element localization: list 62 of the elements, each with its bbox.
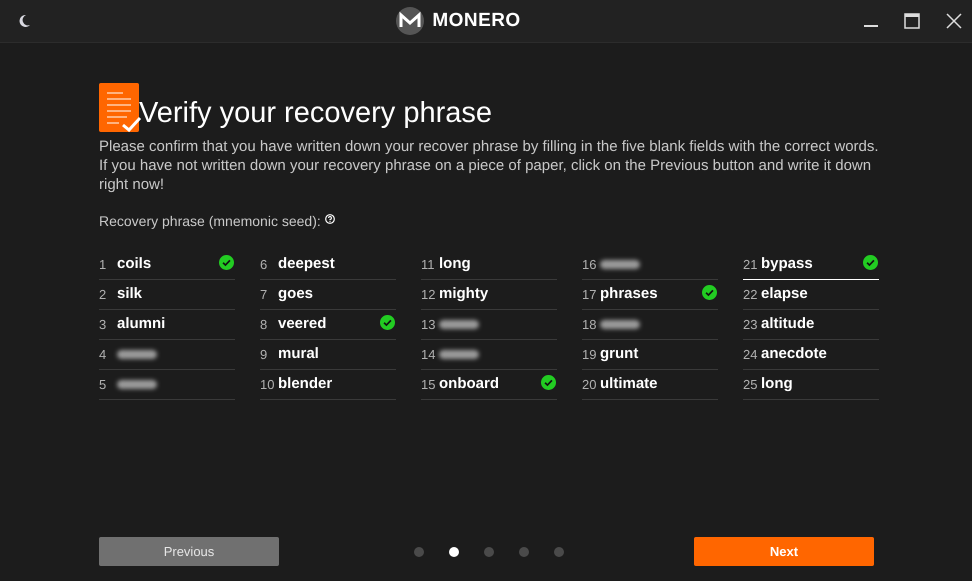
- word-number: 5: [99, 376, 108, 394]
- word-number: 15: [421, 376, 436, 394]
- previous-button[interactable]: Previous: [99, 537, 279, 566]
- seed-word: long: [761, 374, 794, 394]
- word-number: 1: [99, 256, 108, 274]
- seed-word: deepest: [278, 254, 336, 274]
- word-number: 8: [260, 316, 268, 334]
- redacted-word: [600, 320, 640, 329]
- seed-word: mighty: [439, 284, 490, 304]
- word-number: 3: [99, 316, 108, 334]
- redacted-word: [439, 350, 479, 359]
- word-number: 6: [260, 256, 268, 274]
- seed-word: goes: [278, 284, 314, 304]
- seed-word: grunt: [600, 344, 640, 364]
- word-number: 23: [743, 316, 758, 334]
- word-number: 22: [743, 286, 758, 304]
- word-number: 12: [421, 286, 436, 304]
- seed-word: coils: [117, 254, 152, 274]
- redacted-word: [439, 320, 479, 329]
- word-number: 11: [421, 256, 436, 274]
- seed-word: anecdote: [761, 344, 828, 364]
- seed-word: onboard: [439, 374, 500, 394]
- seed-word: elapse: [761, 284, 809, 304]
- seed-word: altitude: [761, 314, 816, 334]
- word-number: 20: [582, 376, 598, 394]
- seed-word: long: [439, 254, 472, 274]
- word-number: 18: [582, 316, 598, 334]
- word-number: 16: [582, 256, 598, 274]
- word-number: 14: [421, 346, 436, 364]
- word-number: 7: [260, 286, 268, 304]
- seed-word: veered: [278, 314, 328, 334]
- page-heading: Verify your recovery phrase: [139, 96, 492, 131]
- logo-icon: [396, 7, 424, 35]
- redacted-word: [117, 380, 157, 389]
- redacted-word: [117, 350, 157, 359]
- instructions-text: Please confirm that you have written down your recover phrase by filling in the five blank fields with the correct words. If you have not written down your recovery phrase on a piece of paper, click on the Previous button and write it down right now!: [99, 137, 879, 194]
- close-icon[interactable]: [946, 13, 962, 29]
- word-number: 2: [99, 286, 108, 304]
- window-title: MONERO: [432, 8, 521, 33]
- word-number: 9: [260, 346, 268, 364]
- word-number: 4: [99, 346, 108, 364]
- maximize-icon[interactable]: [904, 13, 920, 29]
- next-button[interactable]: Next: [694, 537, 874, 566]
- redacted-word: [600, 260, 640, 269]
- word-number: 13: [421, 316, 436, 334]
- word-number: 25: [743, 376, 758, 394]
- seed-word: blender: [278, 374, 334, 394]
- word-number: 17: [582, 286, 598, 304]
- word-number: 19: [582, 346, 598, 364]
- help-icon[interactable]: [324, 214, 335, 224]
- seed-word: phrases: [600, 284, 659, 304]
- seed-label: Recovery phrase (mnemonic seed):: [99, 212, 321, 231]
- seed-word: bypass: [761, 254, 814, 274]
- document-check-icon: [99, 83, 141, 133]
- seed-word: mural: [278, 344, 320, 364]
- seed-word: silk: [117, 284, 144, 304]
- word-number: 21: [743, 256, 758, 274]
- seed-word: alumni: [117, 314, 166, 334]
- moon-icon[interactable]: [17, 14, 31, 28]
- seed-word: ultimate: [600, 374, 659, 394]
- word-number: 24: [743, 346, 758, 364]
- word-number: 10: [260, 376, 276, 394]
